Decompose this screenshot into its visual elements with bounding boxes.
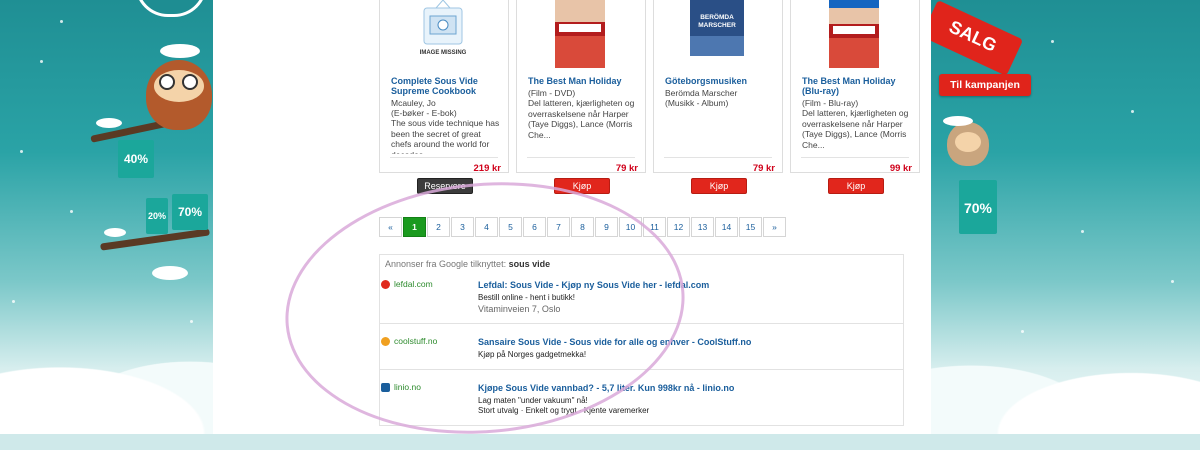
- product-format: (Film - Blu-ray): [802, 98, 859, 108]
- product-price: 79 kr: [615, 163, 638, 174]
- left-holiday-background: 40% 20% 70%: [0, 0, 213, 434]
- owl-illustration: [146, 60, 212, 130]
- image-missing-placeholder: IMAGE MISSING: [414, 0, 472, 68]
- product-title[interactable]: The Best Man Holiday: [528, 76, 640, 86]
- owl-illustration: [947, 122, 989, 166]
- logo-badge: [135, 0, 207, 17]
- product-format: (E-bøker - E-bok): [391, 108, 457, 118]
- product-description: The sous vide technique has been the sec…: [391, 118, 500, 154]
- product-card[interactable]: IMAGE MISSING Complete Sous Vide Supreme…: [379, 0, 509, 194]
- product-card[interactable]: The Best Man Holiday (Film - DVD) Del la…: [516, 0, 646, 194]
- buy-button[interactable]: Kjøp: [828, 178, 884, 194]
- page-link-14[interactable]: 14: [715, 217, 738, 237]
- product-description: Del latteren, kjærligheten og overraskel…: [802, 108, 909, 150]
- campaign-button-label: Til kampanjen: [950, 79, 1020, 91]
- sale-bag-20: 20%: [146, 198, 168, 234]
- bag-label: 70%: [963, 200, 993, 216]
- product-description: Del latteren, kjærligheten og overraskel…: [528, 98, 635, 140]
- bag-label: 40%: [123, 152, 149, 166]
- page-link-15[interactable]: 15: [739, 217, 762, 237]
- product-card[interactable]: BERÖMDA MARSCHER Göteborgsmusiken Berömd…: [653, 0, 783, 194]
- button-label: Kjøp: [709, 181, 729, 191]
- product-title[interactable]: Göteborgsmusiken: [665, 76, 777, 86]
- product-title[interactable]: The Best Man Holiday (Blu-ray): [802, 76, 914, 96]
- button-label: Kjøp: [846, 181, 866, 191]
- campaign-button[interactable]: Til kampanjen: [939, 74, 1031, 96]
- product-price: 219 kr: [473, 163, 501, 174]
- product-format: (Film - DVD): [528, 88, 576, 98]
- product-format: (Musikk - Album): [665, 98, 729, 108]
- pagination-next[interactable]: »: [763, 217, 786, 237]
- right-holiday-background: 70%: [931, 0, 1200, 434]
- product-artist: Berömda Marscher: [665, 88, 738, 98]
- album-cover-image: BERÖMDA MARSCHER: [688, 0, 746, 68]
- buy-button[interactable]: Kjøp: [691, 178, 747, 194]
- product-card[interactable]: The Best Man Holiday (Blu-ray) (Film - B…: [790, 0, 920, 194]
- bag-label: 20%: [147, 211, 166, 221]
- button-label: Kjøp: [572, 181, 592, 191]
- image-missing-label: IMAGE MISSING: [419, 50, 467, 56]
- sale-bag-70: 70%: [172, 194, 208, 230]
- product-title[interactable]: Complete Sous Vide Supreme Cookbook: [391, 76, 503, 96]
- page-link-12[interactable]: 12: [667, 217, 690, 237]
- product-price: 79 kr: [752, 163, 775, 174]
- dvd-cover-image: [551, 0, 609, 68]
- product-author: Mcauley, Jo: [391, 98, 436, 108]
- sale-bag-40: 40%: [118, 140, 154, 178]
- product-price: 99 kr: [889, 163, 912, 174]
- album-cover-label: BERÖMDA MARSCHER: [698, 14, 736, 29]
- bag-label: 70%: [177, 205, 203, 219]
- bluray-cover-image: [825, 0, 883, 68]
- page-link-13[interactable]: 13: [691, 217, 714, 237]
- sale-bag-70: 70%: [959, 180, 997, 234]
